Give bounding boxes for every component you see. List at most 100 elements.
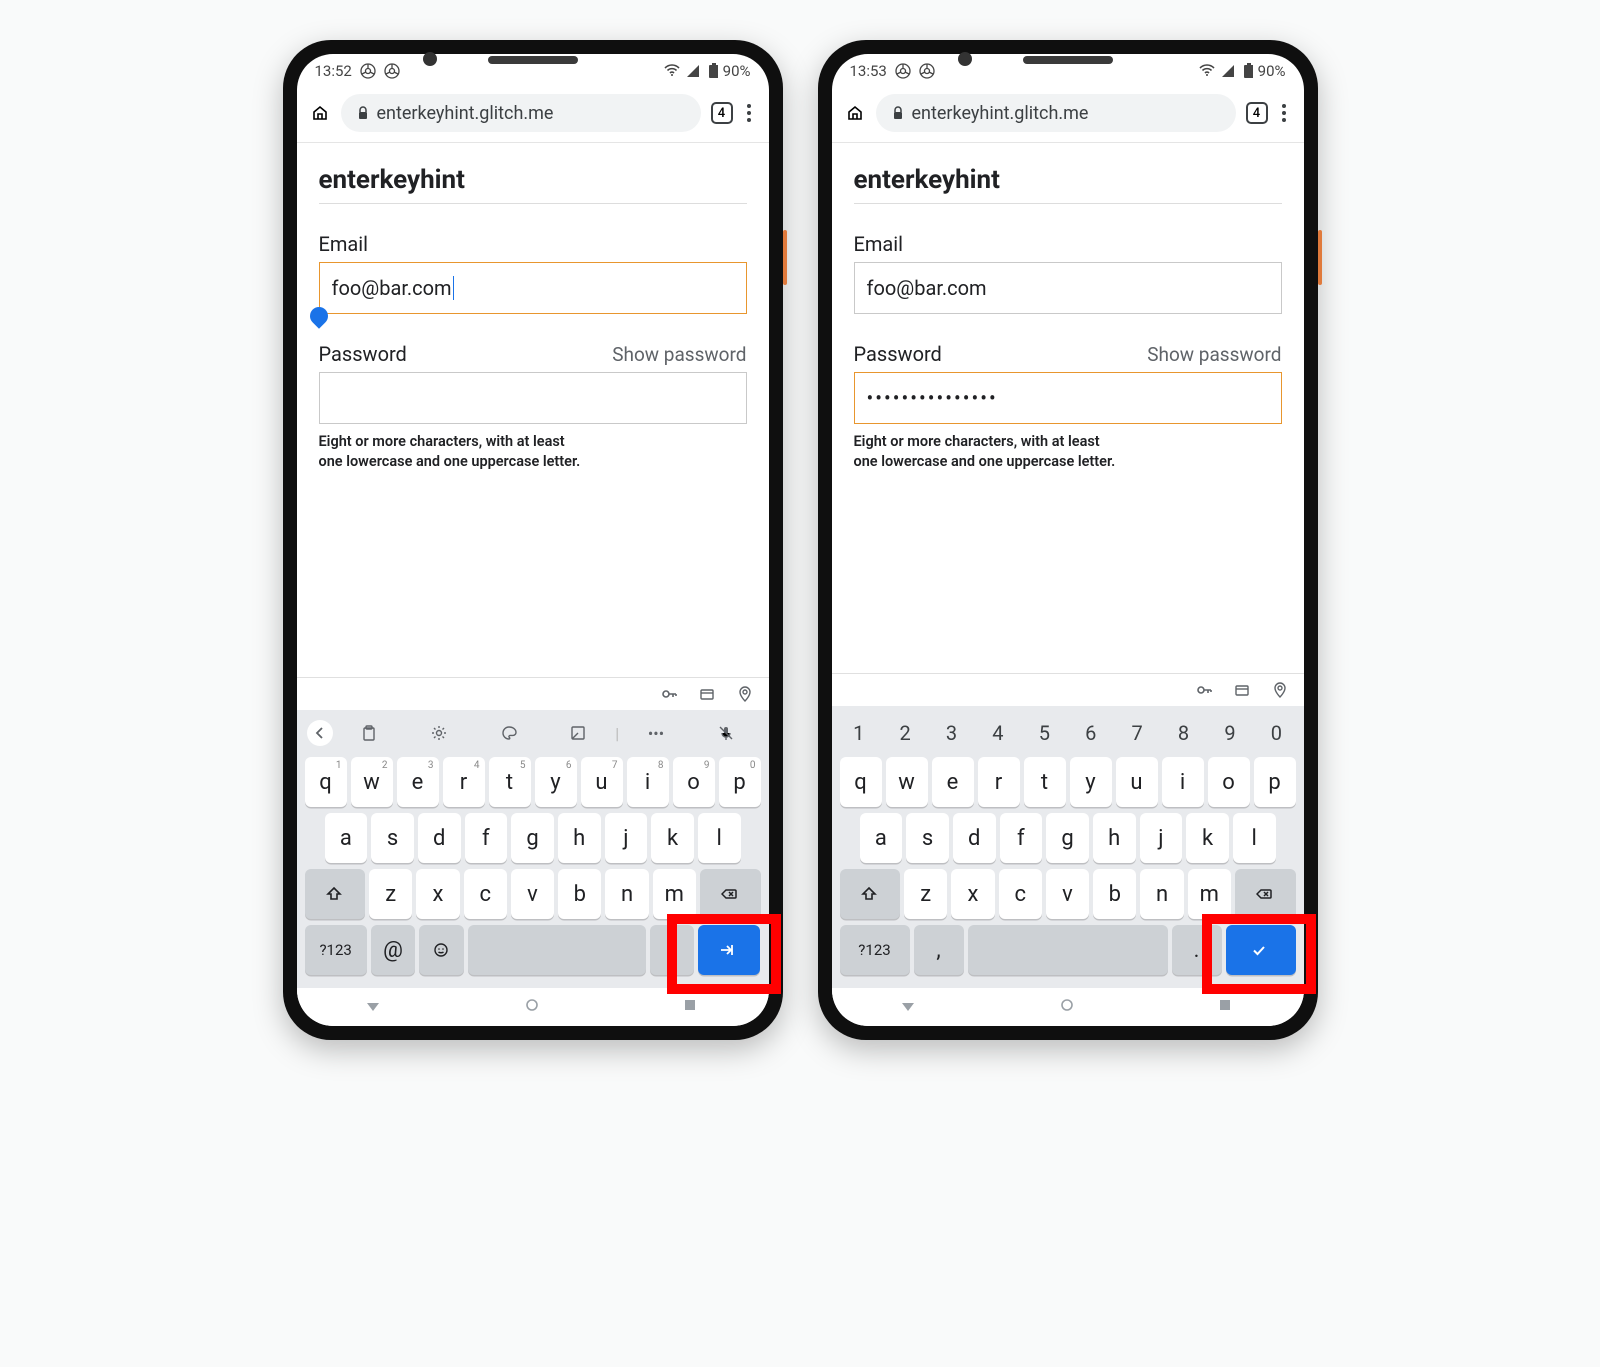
- address-bar[interactable]: enterkeyhint.glitch.me: [876, 94, 1236, 132]
- key-a[interactable]: a: [325, 813, 368, 863]
- key-h[interactable]: h: [1093, 813, 1136, 863]
- key-k[interactable]: k: [1186, 813, 1229, 863]
- nav-back-icon[interactable]: [900, 999, 920, 1015]
- chevron-left-icon[interactable]: [307, 720, 333, 746]
- key-z[interactable]: z: [904, 869, 947, 919]
- key-q[interactable]: q1: [305, 757, 347, 807]
- numkey-9[interactable]: 9: [1207, 715, 1253, 751]
- symbols-key[interactable]: ?123: [305, 925, 367, 975]
- key-m[interactable]: m: [1188, 869, 1231, 919]
- pin-icon[interactable]: [737, 686, 753, 702]
- overflow-menu-icon[interactable]: [743, 104, 755, 122]
- key-c[interactable]: c: [999, 869, 1042, 919]
- spacebar[interactable]: [968, 925, 1168, 975]
- symbols-key[interactable]: ?123: [840, 925, 910, 975]
- key-o[interactable]: o9: [673, 757, 715, 807]
- key-l[interactable]: l: [698, 813, 741, 863]
- email-field[interactable]: foo@bar.com: [854, 262, 1282, 314]
- key-d[interactable]: d: [953, 813, 996, 863]
- shift-key[interactable]: [305, 869, 366, 919]
- key-y[interactable]: y6: [535, 757, 577, 807]
- key-p[interactable]: p: [1254, 757, 1296, 807]
- show-password-toggle[interactable]: Show password: [1147, 343, 1281, 366]
- key-y[interactable]: y: [1070, 757, 1112, 807]
- key-e[interactable]: e: [932, 757, 974, 807]
- key-v[interactable]: v: [1046, 869, 1089, 919]
- key-l[interactable]: l: [1233, 813, 1276, 863]
- key-z[interactable]: z: [369, 869, 412, 919]
- key-f[interactable]: f: [1000, 813, 1043, 863]
- key-w[interactable]: w: [886, 757, 928, 807]
- numkey-6[interactable]: 6: [1068, 715, 1114, 751]
- key-j[interactable]: j: [1140, 813, 1183, 863]
- cursor-handle[interactable]: [306, 303, 331, 328]
- key-r[interactable]: r: [978, 757, 1020, 807]
- key-c[interactable]: c: [464, 869, 507, 919]
- key-t[interactable]: t: [1024, 757, 1066, 807]
- key-e[interactable]: e3: [397, 757, 439, 807]
- numkey-1[interactable]: 1: [836, 715, 882, 751]
- home-icon[interactable]: [846, 104, 866, 122]
- password-field[interactable]: [319, 372, 747, 424]
- key-h[interactable]: h: [558, 813, 601, 863]
- nav-recents-icon[interactable]: [682, 997, 698, 1017]
- key-d[interactable]: d: [418, 813, 461, 863]
- numkey-0[interactable]: 0: [1253, 715, 1299, 751]
- numkey-3[interactable]: 3: [928, 715, 974, 751]
- more-icon[interactable]: •••: [623, 724, 689, 743]
- pin-icon[interactable]: [1272, 682, 1288, 698]
- key-x[interactable]: x: [416, 869, 459, 919]
- period-key[interactable]: .: [1172, 925, 1222, 975]
- key-n[interactable]: n: [1140, 869, 1183, 919]
- period-key[interactable]: .: [650, 925, 694, 975]
- key-a[interactable]: a: [860, 813, 903, 863]
- nav-home-icon[interactable]: [1059, 997, 1075, 1017]
- key-s[interactable]: s: [906, 813, 949, 863]
- numkey-7[interactable]: 7: [1114, 715, 1160, 751]
- nav-home-icon[interactable]: [524, 997, 540, 1017]
- palette-icon[interactable]: [476, 725, 542, 741]
- spacebar[interactable]: [468, 925, 646, 975]
- home-icon[interactable]: [311, 104, 331, 122]
- key-g[interactable]: g: [511, 813, 554, 863]
- numkey-8[interactable]: 8: [1160, 715, 1206, 751]
- backspace-key[interactable]: [700, 869, 761, 919]
- gear-icon[interactable]: [406, 725, 472, 741]
- tab-switcher[interactable]: 4: [711, 102, 733, 124]
- backspace-key[interactable]: [1235, 869, 1296, 919]
- address-bar[interactable]: enterkeyhint.glitch.me: [341, 94, 701, 132]
- key-icon[interactable]: [661, 686, 679, 702]
- key-f[interactable]: f: [465, 813, 508, 863]
- key-r[interactable]: r4: [443, 757, 485, 807]
- numkey-5[interactable]: 5: [1021, 715, 1067, 751]
- key-u[interactable]: u7: [581, 757, 623, 807]
- at-key[interactable]: @: [371, 925, 415, 975]
- key-n[interactable]: n: [605, 869, 648, 919]
- enter-key-next[interactable]: [698, 925, 760, 975]
- card-icon[interactable]: [1234, 682, 1252, 698]
- show-password-toggle[interactable]: Show password: [612, 343, 746, 366]
- password-field[interactable]: •••••••••••••••: [854, 372, 1282, 424]
- key-u[interactable]: u: [1116, 757, 1158, 807]
- onehand-icon[interactable]: [546, 725, 612, 741]
- key-icon[interactable]: [1196, 682, 1214, 698]
- numkey-2[interactable]: 2: [882, 715, 928, 751]
- key-j[interactable]: j: [605, 813, 648, 863]
- key-x[interactable]: x: [951, 869, 994, 919]
- clipboard-icon[interactable]: [337, 725, 403, 741]
- tab-switcher[interactable]: 4: [1246, 102, 1268, 124]
- key-s[interactable]: s: [371, 813, 414, 863]
- key-i[interactable]: i8: [627, 757, 669, 807]
- key-q[interactable]: q: [840, 757, 882, 807]
- shift-key[interactable]: [840, 869, 901, 919]
- key-t[interactable]: t5: [489, 757, 531, 807]
- email-field[interactable]: foo@bar.com: [319, 262, 747, 314]
- key-w[interactable]: w2: [351, 757, 393, 807]
- key-b[interactable]: b: [558, 869, 601, 919]
- numkey-4[interactable]: 4: [975, 715, 1021, 751]
- mic-off-icon[interactable]: [693, 725, 759, 741]
- key-p[interactable]: p0: [719, 757, 761, 807]
- emoji-key[interactable]: [419, 925, 463, 975]
- overflow-menu-icon[interactable]: [1278, 104, 1290, 122]
- key-b[interactable]: b: [1093, 869, 1136, 919]
